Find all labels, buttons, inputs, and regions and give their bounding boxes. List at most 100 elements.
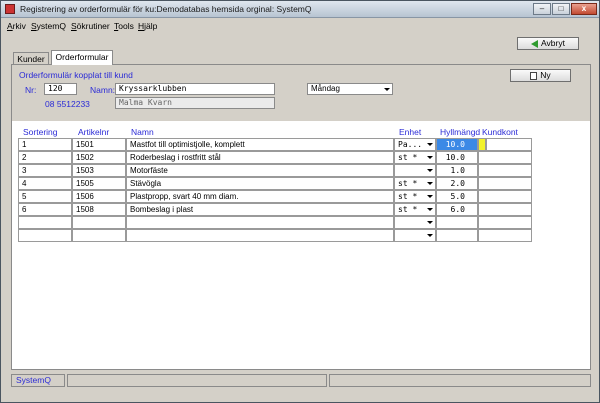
cell-namn[interactable]: Roderbeslag i rostfritt stål: [126, 151, 394, 164]
cell-artikelnr-text: 1505: [76, 179, 94, 188]
close-button[interactable]: x: [571, 3, 597, 15]
cancel-button[interactable]: Avbryt: [517, 37, 579, 50]
header-enhet: Enhet: [399, 127, 422, 137]
name-field[interactable]: Kryssarklubben: [115, 83, 275, 95]
cell-sortering[interactable]: 3: [18, 164, 72, 177]
cell-artikelnr[interactable]: 1506: [72, 190, 126, 203]
status-app: SystemQ: [11, 374, 65, 387]
cell-artikelnr[interactable]: 1505: [72, 177, 126, 190]
cell-enhet-text: Pa...: [398, 140, 423, 149]
cell-kundkont[interactable]: [478, 216, 532, 229]
menu-tools[interactable]: Tools: [114, 21, 134, 31]
chevron-down-icon: [427, 169, 433, 172]
cell-namn[interactable]: Mastfot till optimistjolle, komplett: [126, 138, 394, 151]
cell-sortering[interactable]: 1: [18, 138, 72, 151]
cell-hyllmangd[interactable]: [436, 216, 478, 229]
cell-artikelnr-text: 1502: [76, 153, 94, 162]
cell-kundkont-rest[interactable]: [486, 138, 532, 151]
cell-sortering[interactable]: 4: [18, 177, 72, 190]
cell-enhet[interactable]: Pa...: [394, 138, 436, 151]
cell-namn[interactable]: [126, 216, 394, 229]
cell-hyllmangd[interactable]: 2.0: [436, 177, 478, 190]
cell-enhet[interactable]: st *: [394, 151, 436, 164]
chevron-down-icon: [427, 208, 433, 211]
cell-kundkont[interactable]: [478, 177, 532, 190]
cell-artikelnr[interactable]: 1502: [72, 151, 126, 164]
day-select-value: Måndag: [311, 84, 340, 93]
status-segment: [67, 374, 327, 387]
group-title: Orderformulär kopplat till kund: [19, 70, 133, 80]
cell-namn[interactable]: Plastpropp, svart 40 mm diam.: [126, 190, 394, 203]
cell-hyllmangd[interactable]: 10.0: [436, 151, 478, 164]
cell-enhet[interactable]: st *: [394, 177, 436, 190]
cell-kundkont[interactable]: [478, 151, 532, 164]
cell-namn[interactable]: Bombeslag i plast: [126, 203, 394, 216]
status-segment: [329, 374, 591, 387]
maximize-button[interactable]: □: [552, 3, 570, 15]
cell-sortering-text: 2: [22, 153, 27, 162]
chevron-down-icon: [427, 195, 433, 198]
nr-field[interactable]: 120: [44, 83, 77, 95]
menu-sokrutiner[interactable]: Sökrutiner: [71, 21, 110, 31]
cell-sortering-text: 5: [22, 192, 27, 201]
cell-hyllmangd[interactable]: 6.0: [436, 203, 478, 216]
cell-enhet[interactable]: [394, 216, 436, 229]
day-select[interactable]: Måndag: [307, 83, 393, 95]
cell-sortering[interactable]: 6: [18, 203, 72, 216]
header-hyllmangd: Hyllmängd: [440, 127, 481, 137]
cell-sortering[interactable]: 2: [18, 151, 72, 164]
chevron-down-icon: [384, 88, 390, 91]
cell-artikelnr-text: 1506: [76, 192, 94, 201]
cell-artikelnr-text: 1503: [76, 166, 94, 175]
cell-kundkont[interactable]: [478, 190, 532, 203]
cell-sortering[interactable]: 5: [18, 190, 72, 203]
status-bar: SystemQ: [11, 374, 591, 387]
cell-namn[interactable]: [126, 229, 394, 242]
cell-namn-text: Plastpropp, svart 40 mm diam.: [130, 192, 239, 201]
cell-hyllmangd-text: 5.0: [450, 192, 465, 201]
cell-hyllmangd-text: 1.0: [450, 166, 465, 175]
name-label: Namn:: [90, 85, 116, 95]
cell-kundkont[interactable]: [478, 164, 532, 177]
menu-systemq[interactable]: SystemQ: [31, 21, 66, 31]
header-kundkont: Kundkont: [482, 127, 518, 137]
cell-namn[interactable]: Motorfäste: [126, 164, 394, 177]
cell-kundkont[interactable]: [478, 229, 532, 242]
cell-enhet-text: st *: [398, 153, 418, 162]
cell-artikelnr-text: 1501: [76, 140, 94, 149]
cell-artikelnr[interactable]: [72, 216, 126, 229]
cell-enhet[interactable]: [394, 164, 436, 177]
cell-sortering[interactable]: [18, 216, 72, 229]
cell-hyllmangd-text: 10.0: [445, 153, 465, 162]
tab-orderformular[interactable]: Orderformular: [51, 50, 113, 65]
cell-enhet[interactable]: st *: [394, 190, 436, 203]
cell-sortering-text: 6: [22, 205, 27, 214]
cell-hyllmangd[interactable]: 5.0: [436, 190, 478, 203]
cell-kundkont[interactable]: [478, 138, 486, 151]
minimize-button[interactable]: –: [533, 3, 551, 15]
menu-bar: Arkiv SystemQ Sökrutiner Tools Hjälp: [1, 19, 599, 32]
cell-artikelnr[interactable]: [72, 229, 126, 242]
cell-hyllmangd[interactable]: 10.0: [436, 138, 478, 151]
cell-enhet[interactable]: st *: [394, 203, 436, 216]
cell-namn[interactable]: Stävögla: [126, 177, 394, 190]
header-sortering: Sortering: [23, 127, 58, 137]
header-artikelnr: Artikelnr: [78, 127, 110, 137]
nr-label: Nr:: [25, 85, 37, 95]
cell-enhet[interactable]: [394, 229, 436, 242]
cell-artikelnr[interactable]: 1503: [72, 164, 126, 177]
cell-artikelnr[interactable]: 1501: [72, 138, 126, 151]
cell-sortering-text: 4: [22, 179, 27, 188]
cell-sortering[interactable]: [18, 229, 72, 242]
menu-arkiv[interactable]: Arkiv: [7, 21, 26, 31]
menu-hjalp[interactable]: Hjälp: [138, 21, 157, 31]
cell-kundkont[interactable]: [478, 203, 532, 216]
header-namn: Namn: [131, 127, 154, 137]
cell-hyllmangd[interactable]: 1.0: [436, 164, 478, 177]
cell-artikelnr[interactable]: 1508: [72, 203, 126, 216]
chevron-down-icon: [427, 156, 433, 159]
chevron-down-icon: [427, 182, 433, 185]
cell-hyllmangd[interactable]: [436, 229, 478, 242]
new-button[interactable]: Ny: [510, 69, 571, 82]
chevron-down-icon: [427, 143, 433, 146]
